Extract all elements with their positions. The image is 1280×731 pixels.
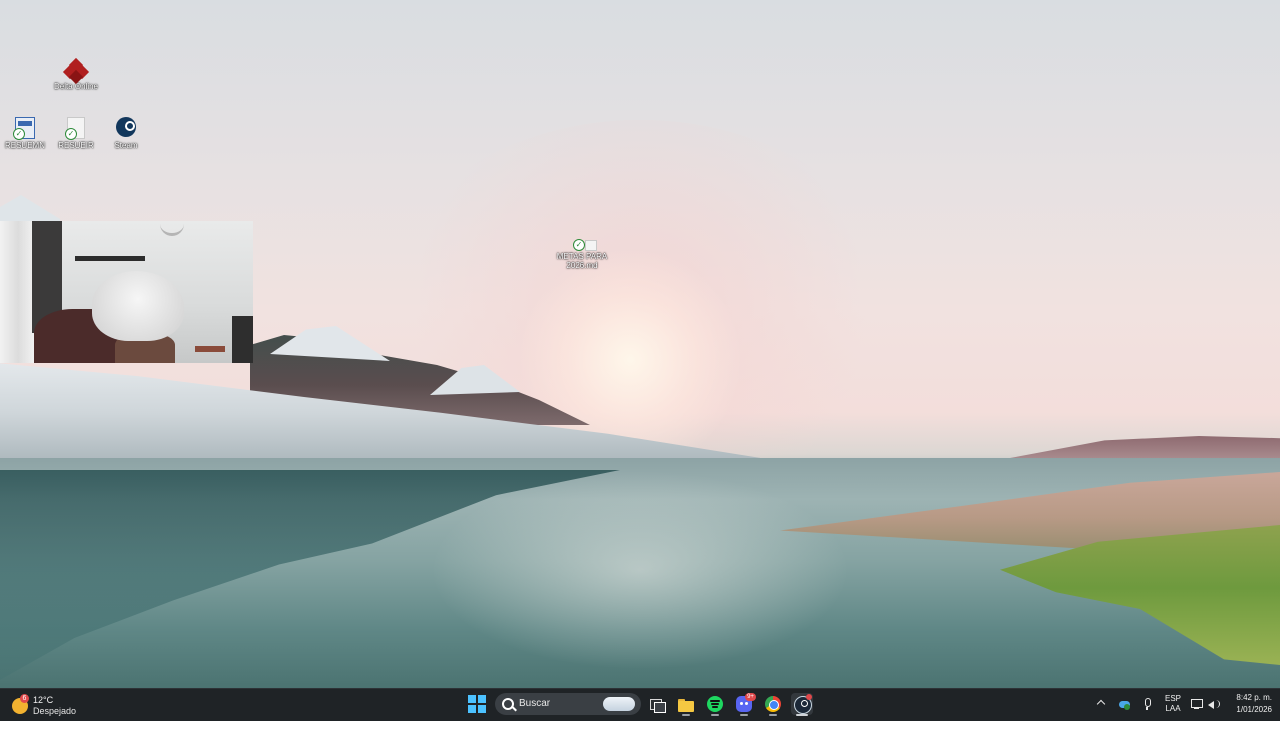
task-view-button[interactable] [646, 693, 668, 715]
network-tray-button[interactable] [1190, 697, 1204, 711]
onedrive-tray-button[interactable] [1118, 698, 1132, 710]
delta-online-icon [62, 57, 90, 85]
far-hill [1010, 436, 1280, 458]
spotify-button[interactable] [704, 693, 726, 716]
steam-icon [116, 117, 136, 137]
chevron-up-icon [1096, 699, 1106, 709]
desktop-icon-steam[interactable]: Steam [96, 117, 156, 150]
clock-date: 1/01/2026 [1236, 705, 1272, 714]
desktop-icon-label-line2: 2026.md [566, 261, 598, 270]
language-indicator[interactable]: ESP LAA [1162, 694, 1184, 726]
show-hidden-icons-button[interactable] [1096, 699, 1106, 731]
markdown-file-icon [585, 240, 597, 251]
lake-shine [430, 470, 850, 670]
volume-tray-button[interactable] [1207, 697, 1221, 711]
webcam-overlay[interactable] [0, 221, 253, 363]
weather-badge: 6 [20, 694, 29, 703]
desktop-icon-label-line1: METAS PARA [556, 252, 608, 261]
file-explorer-icon [678, 696, 694, 712]
sync-check-icon: ✓ [65, 128, 77, 140]
language-code: ESP [1164, 694, 1181, 703]
curtain [0, 221, 36, 363]
task-view-icon [649, 696, 666, 713]
discord-button[interactable]: 9+ [733, 693, 756, 716]
file-explorer-button[interactable] [675, 693, 697, 716]
cabinet [232, 316, 253, 363]
clock-time: 8:42 p. m. [1236, 693, 1272, 702]
search-highlight-cloud-icon [603, 697, 635, 711]
desktop-wallpaper[interactable]: Delta Online ✓ RESUEMN ✓ RESUEIR Steam ✓… [0, 0, 1280, 688]
weather-condition: Despejado [33, 706, 77, 716]
ceiling-lamp [160, 221, 184, 236]
windows-logo-icon [468, 695, 476, 703]
desktop-icon-metas-para-2026[interactable]: ✓ METAS PARA 2026.md [552, 237, 612, 270]
system-clock[interactable]: 8:42 p. m. 1/01/2026 [1222, 692, 1272, 716]
microphone-icon [1145, 698, 1151, 707]
sync-check-icon: ✓ [573, 239, 585, 251]
side-table [195, 346, 225, 352]
chrome-button[interactable] [762, 693, 784, 716]
network-monitor-icon [1191, 699, 1203, 708]
desktop-icon-label: Steam [114, 141, 138, 150]
document-icon: ✓ [65, 117, 85, 140]
search-icon [502, 698, 514, 710]
search-placeholder: Buscar [519, 698, 551, 709]
sync-check-icon: ✓ [13, 128, 25, 140]
coat-rack [75, 256, 145, 261]
spreadsheet-icon: ✓ [13, 117, 35, 140]
discord-badge: 9+ [745, 693, 756, 701]
start-button[interactable] [468, 695, 486, 713]
steam-taskbar-button[interactable] [791, 693, 813, 716]
microphone-tray-button[interactable] [1142, 697, 1152, 711]
search-box[interactable]: Buscar [495, 693, 641, 715]
weather-temperature: 12°C [33, 695, 54, 705]
person-cap [92, 271, 184, 341]
desktop-icon-delta-online[interactable]: Delta Online [46, 57, 106, 91]
steam-notification-dot [806, 694, 812, 700]
chrome-icon [765, 696, 781, 712]
spotify-icon [707, 696, 723, 712]
keyboard-layout: LAA [1165, 704, 1181, 713]
